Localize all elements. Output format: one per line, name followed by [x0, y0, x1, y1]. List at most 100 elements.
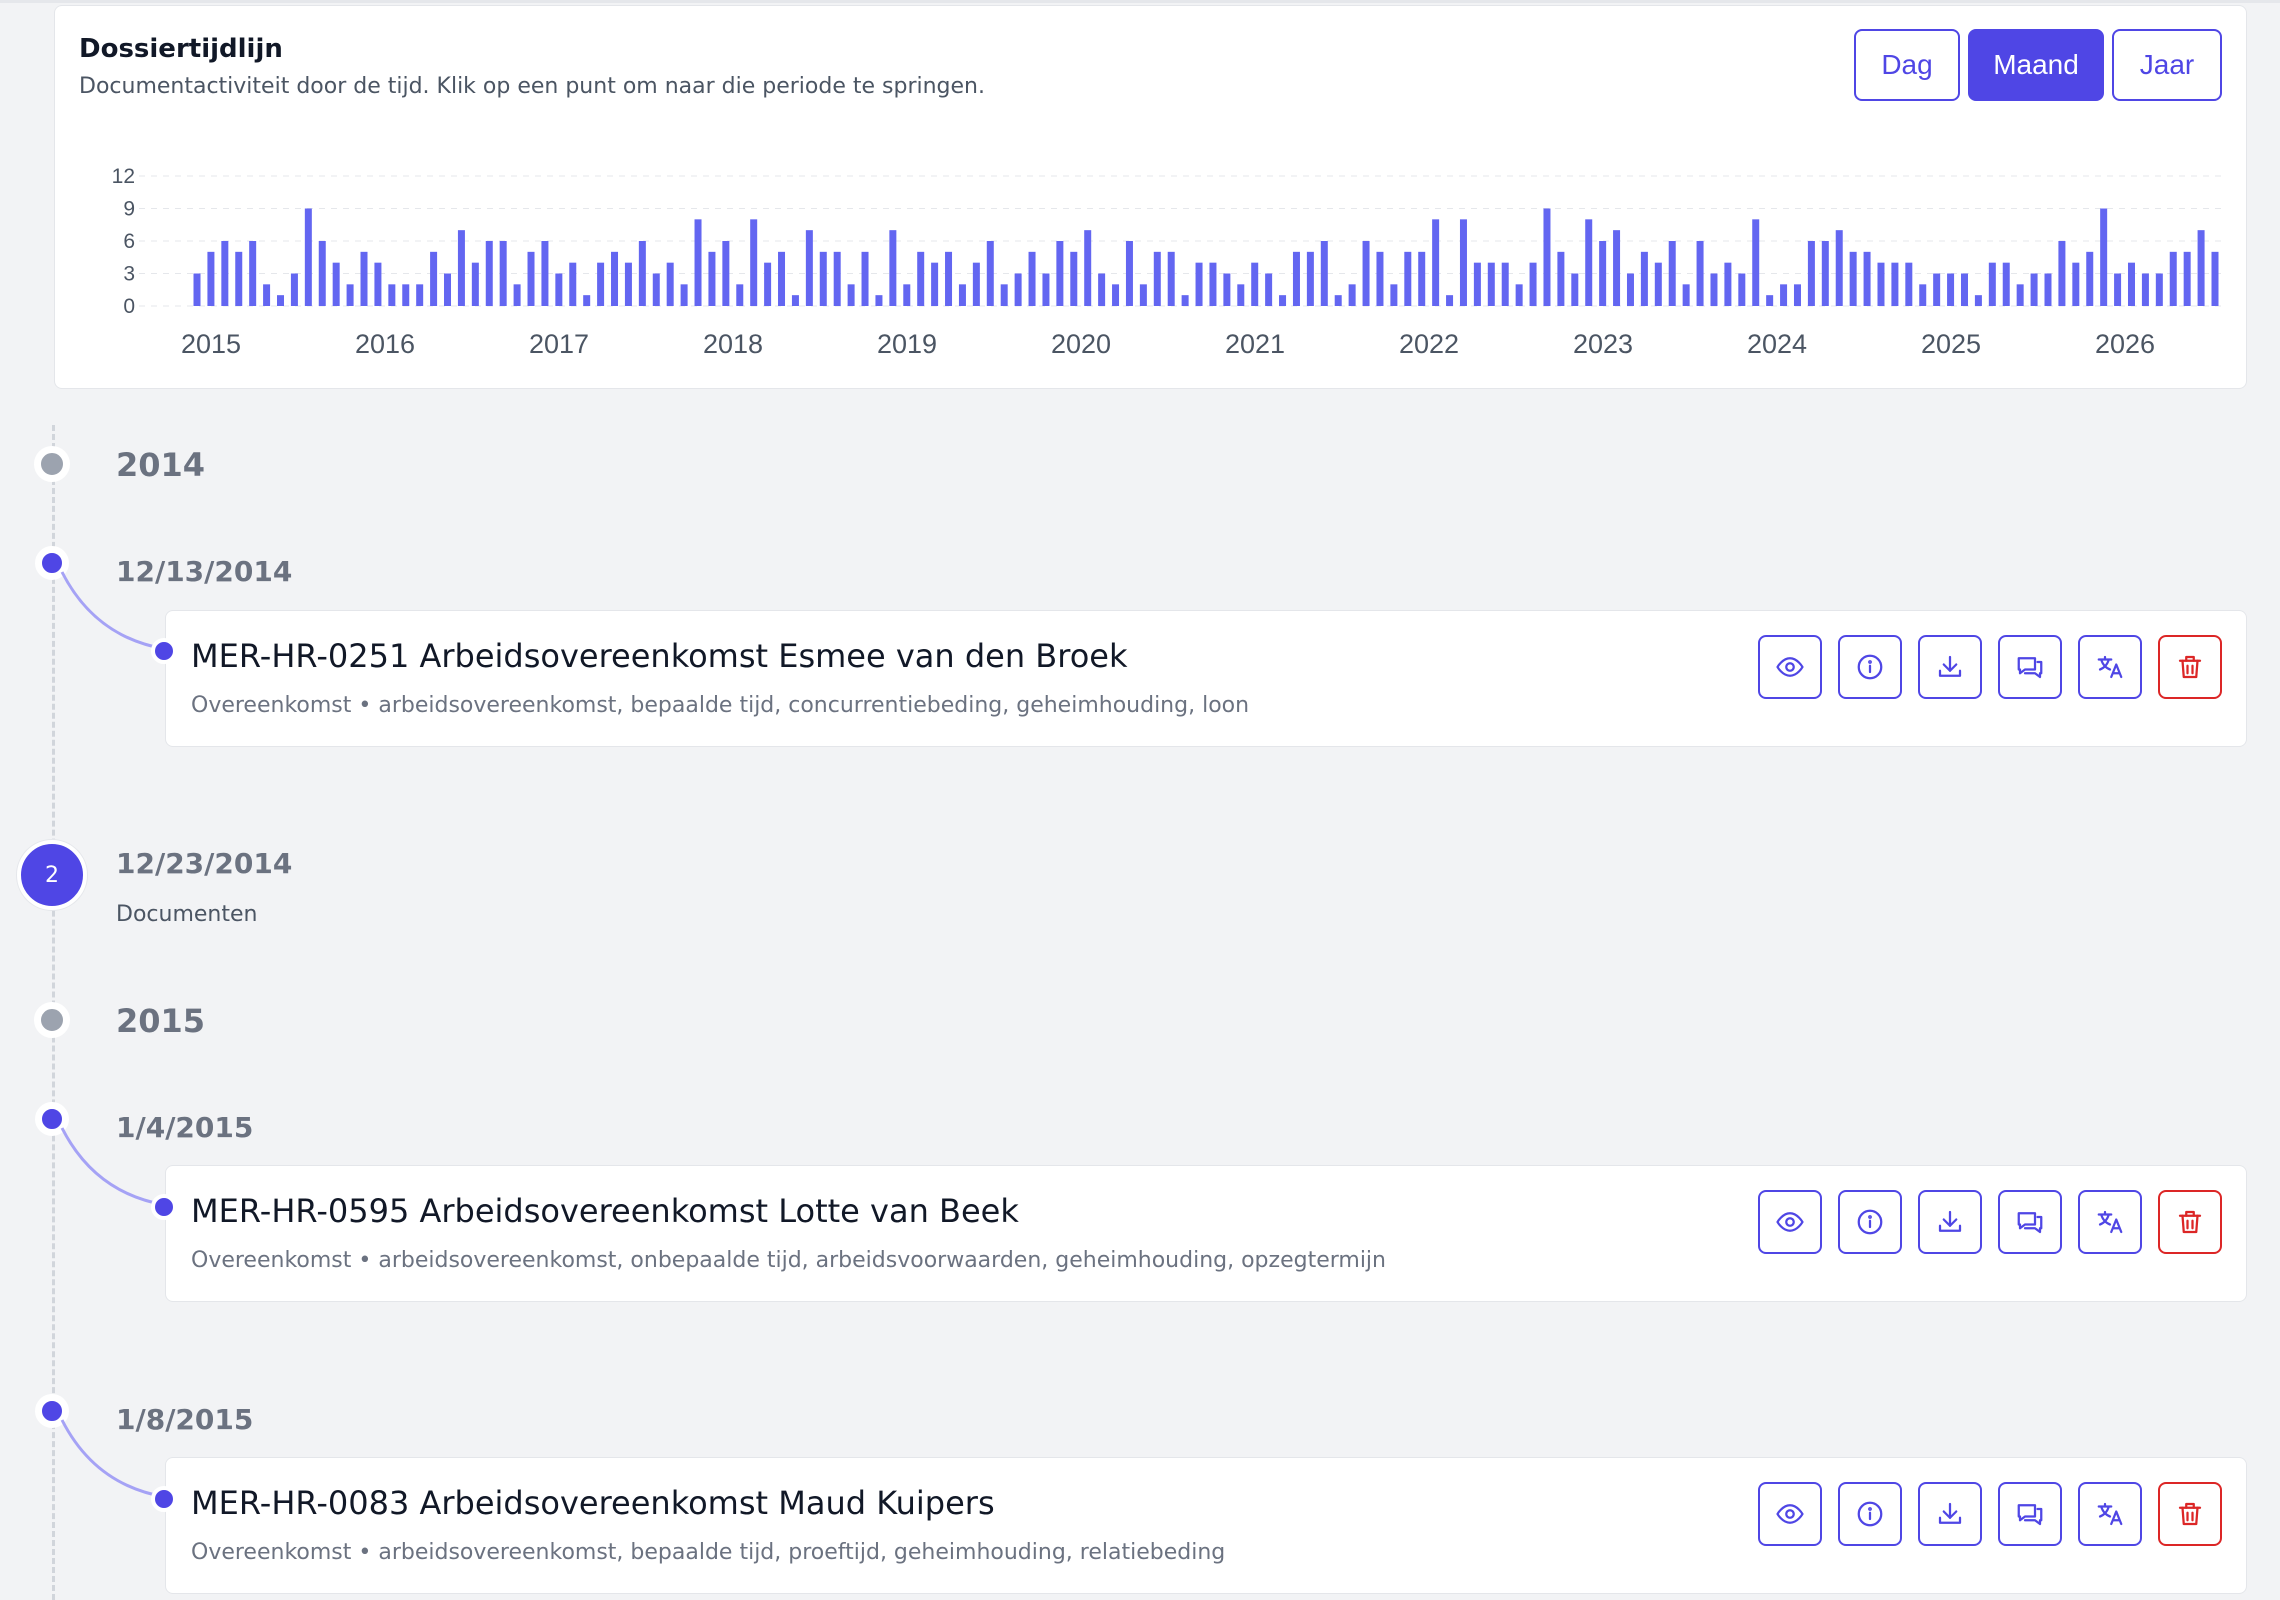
activity-bar	[332, 262, 340, 306]
delete-button[interactable]	[2158, 1482, 2222, 1546]
document-card[interactable]: MER-HR-0595 Arbeidsovereenkomst Lotte va…	[165, 1165, 2247, 1302]
activity-bar	[750, 219, 758, 306]
activity-bar	[1139, 284, 1147, 306]
activity-bar	[666, 262, 674, 306]
x-tick-label: 2018	[703, 329, 763, 359]
delete-button[interactable]	[2158, 635, 2222, 699]
x-tick-label: 2024	[1747, 329, 1807, 359]
activity-bar	[569, 262, 577, 306]
activity-bar	[2086, 251, 2094, 306]
activity-bar	[513, 284, 521, 306]
document-card[interactable]: MER-HR-0251 Arbeidsovereenkomst Esmee va…	[165, 610, 2247, 747]
activity-bar	[652, 273, 660, 306]
info-button[interactable]	[1838, 1190, 1902, 1254]
activity-bar	[1933, 273, 1941, 306]
activity-bar	[583, 295, 591, 306]
view-button[interactable]	[1758, 635, 1822, 699]
activity-bar	[2114, 273, 2122, 306]
x-tick-label: 2025	[1921, 329, 1981, 359]
translate-button[interactable]	[2078, 635, 2142, 699]
document-dot	[151, 638, 177, 664]
translate-button[interactable]	[2078, 1482, 2142, 1546]
granularity-year-button[interactable]: Jaar	[2112, 29, 2222, 101]
x-tick-label: 2015	[181, 329, 241, 359]
activity-bar	[555, 273, 563, 306]
activity-bar	[221, 241, 229, 306]
download-button[interactable]	[1918, 635, 1982, 699]
activity-bar	[1292, 251, 1300, 306]
comment-button[interactable]	[1998, 1482, 2062, 1546]
activity-bar	[2016, 284, 2024, 306]
document-title[interactable]: MER-HR-0251 Arbeidsovereenkomst Esmee va…	[191, 637, 1128, 675]
comment-button[interactable]	[1998, 1190, 2062, 1254]
activity-bar	[1515, 284, 1523, 306]
activity-bar	[1529, 262, 1537, 306]
download-icon	[1938, 655, 1962, 677]
download-button[interactable]	[1918, 1190, 1982, 1254]
document-title[interactable]: MER-HR-0083 Arbeidsovereenkomst Maud Kui…	[191, 1484, 995, 1522]
year-label: 2015	[116, 1002, 206, 1040]
activity-bar	[1390, 284, 1398, 306]
activity-bar	[2072, 262, 2080, 306]
activity-bar	[1070, 251, 1078, 306]
activity-bar	[1056, 241, 1064, 306]
activity-bar	[1209, 262, 1217, 306]
activity-bar	[1279, 295, 1287, 306]
group-count-node[interactable]: 2	[17, 840, 87, 910]
activity-bar	[360, 251, 368, 306]
info-button[interactable]	[1838, 1482, 1902, 1546]
translate-button[interactable]	[2078, 1190, 2142, 1254]
activity-bar	[778, 251, 786, 306]
activity-bar	[277, 295, 285, 306]
activity-bar	[1877, 262, 1885, 306]
activity-bar	[2100, 208, 2108, 306]
comment-button[interactable]	[1998, 635, 2062, 699]
download-button[interactable]	[1918, 1482, 1982, 1546]
connector-line	[60, 1127, 166, 1207]
activity-bar	[1626, 273, 1634, 306]
translate-icon	[2097, 1502, 2123, 1526]
x-tick-label: 2016	[355, 329, 415, 359]
delete-button[interactable]	[2158, 1190, 2222, 1254]
activity-bar	[1738, 273, 1746, 306]
activity-bar	[430, 251, 438, 306]
activity-bar	[1807, 241, 1815, 306]
info-icon	[1857, 1501, 1883, 1527]
document-meta: Overeenkomst • arbeidsovereenkomst, onbe…	[191, 1248, 1386, 1273]
view-button[interactable]	[1758, 1190, 1822, 1254]
activity-bar	[1125, 241, 1133, 306]
activity-bar	[889, 230, 897, 306]
granularity-day-button[interactable]: Dag	[1854, 29, 1960, 101]
chat-icon	[2017, 657, 2043, 679]
activity-bar	[1571, 273, 1579, 306]
granularity-month-button[interactable]: Maand	[1968, 29, 2104, 101]
activity-bar	[1404, 251, 1412, 306]
activity-bar	[1585, 219, 1593, 306]
activity-bar	[708, 251, 716, 306]
activity-bar	[2141, 273, 2149, 306]
activity-bar-chart[interactable]: 0 3 6 9 12 2015 2016 2017 2018 2019 2020 2021 2022 20…	[55, 146, 2248, 376]
activity-bar	[819, 251, 827, 306]
chat-icon	[2017, 1504, 2043, 1526]
info-button[interactable]	[1838, 635, 1902, 699]
activity-bar	[1919, 284, 1927, 306]
activity-bar	[527, 251, 535, 306]
activity-bar	[1640, 251, 1648, 306]
activity-bar	[1112, 284, 1120, 306]
download-icon	[1938, 1210, 1962, 1232]
activity-bar	[1501, 262, 1509, 306]
activity-bar	[1780, 284, 1788, 306]
activity-bar	[1028, 251, 1036, 306]
activity-bar	[207, 251, 215, 306]
activity-bar	[2058, 241, 2066, 306]
y-tick-label: 9	[123, 198, 135, 221]
document-title[interactable]: MER-HR-0595 Arbeidsovereenkomst Lotte va…	[191, 1192, 1019, 1230]
view-button[interactable]	[1758, 1482, 1822, 1546]
activity-bar	[986, 241, 994, 306]
activity-bar	[485, 241, 493, 306]
activity-bar	[1599, 241, 1607, 306]
document-card[interactable]: MER-HR-0083 Arbeidsovereenkomst Maud Kui…	[165, 1457, 2247, 1594]
activity-bar	[1418, 251, 1426, 306]
activity-bar	[1265, 273, 1273, 306]
activity-bar	[1376, 251, 1384, 306]
